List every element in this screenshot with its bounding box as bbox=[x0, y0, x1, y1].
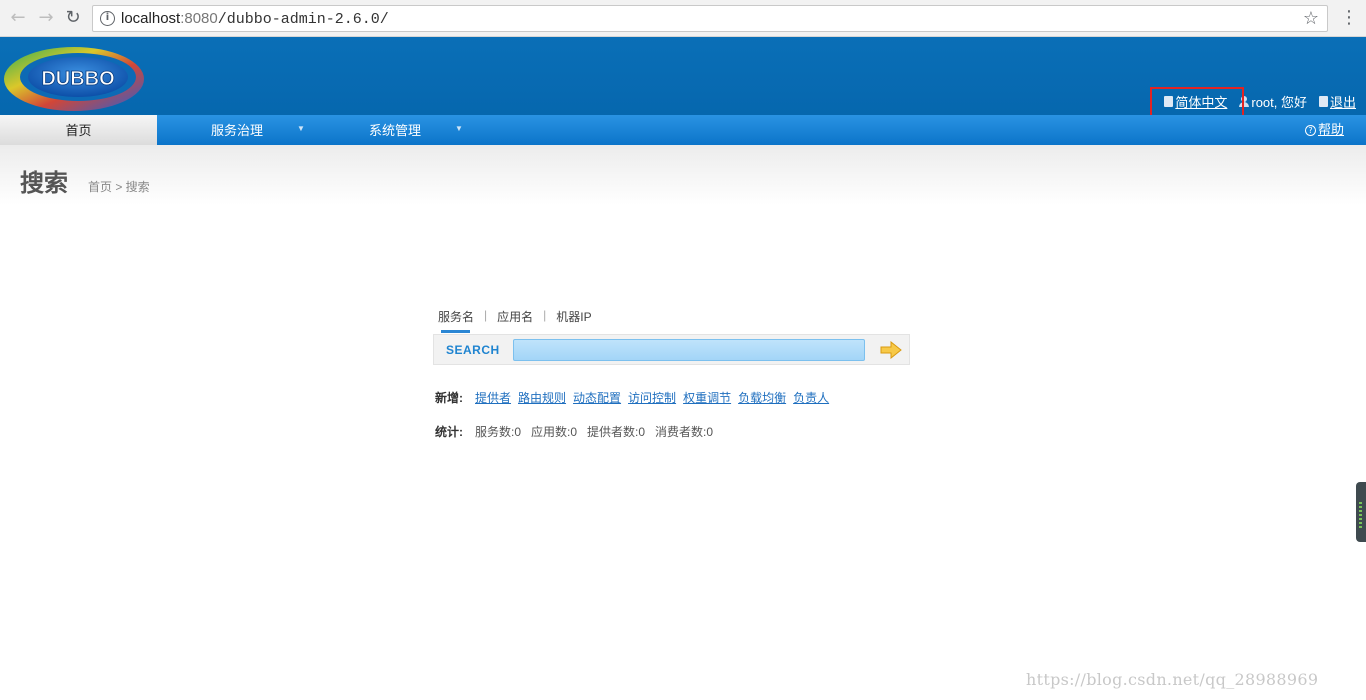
add-row: 新增: 提供者 路由规则 动态配置 访问控制 权重调节 负载均衡 负责人 bbox=[435, 389, 836, 406]
logout-link[interactable]: 退出 bbox=[1318, 92, 1356, 111]
browser-toolbar: ← → ↻ i localhost:8080/dubbo-admin-2.6.0… bbox=[0, 0, 1366, 37]
stats-row: 统计: 服务数:0 应用数:0 提供者数:0 消费者数:0 bbox=[435, 423, 723, 440]
stat-apps: 应用数:0 bbox=[531, 425, 578, 439]
tab-app-name[interactable]: 应用名 bbox=[497, 308, 533, 325]
stat-services: 服务数:0 bbox=[475, 425, 522, 439]
back-arrow-icon[interactable]: ← bbox=[8, 8, 28, 28]
help-icon: ? bbox=[1304, 125, 1316, 136]
logo-text: DUBBO bbox=[41, 68, 114, 90]
page-title: 搜索 bbox=[20, 170, 68, 197]
url-text[interactable]: localhost:8080/dubbo-admin-2.6.0/ bbox=[121, 10, 389, 28]
user-greeting: root, 您好 bbox=[1239, 92, 1307, 111]
tab-separator: | bbox=[543, 308, 547, 322]
info-icon[interactable]: i bbox=[100, 11, 115, 26]
url-path: /dubbo-admin-2.6.0/ bbox=[217, 11, 389, 28]
url-host: localhost bbox=[121, 10, 181, 27]
tab-separator: | bbox=[484, 308, 488, 322]
stats-label: 统计: bbox=[435, 425, 463, 439]
breadcrumb: 首页 > 搜索 bbox=[88, 180, 150, 194]
help-link[interactable]: ? 帮助 bbox=[1304, 115, 1344, 145]
arrow-right-icon[interactable] bbox=[880, 341, 902, 359]
url-port: :8080 bbox=[180, 10, 218, 27]
search-tabs: 服务名 | 应用名 | 机器IP bbox=[438, 308, 592, 333]
help-text[interactable]: 帮助 bbox=[1318, 122, 1344, 137]
menu-home[interactable]: 首页 bbox=[0, 115, 157, 145]
add-weight-link[interactable]: 权重调节 bbox=[683, 389, 731, 406]
tab-machine-ip[interactable]: 机器IP bbox=[556, 308, 591, 325]
menu-service-governance[interactable]: 服务治理 bbox=[211, 115, 263, 145]
add-owner-link[interactable]: 负责人 bbox=[793, 389, 829, 406]
user-greeting-text: root, 您好 bbox=[1251, 95, 1307, 110]
menu-system-management[interactable]: 系统管理 bbox=[369, 115, 421, 145]
add-load-balance-link[interactable]: 负载均衡 bbox=[738, 389, 786, 406]
chevron-down-icon[interactable]: ▼ bbox=[455, 124, 463, 133]
browser-menu-icon[interactable]: ⋮ bbox=[1340, 8, 1358, 28]
chevron-down-icon[interactable]: ▼ bbox=[297, 124, 305, 133]
stat-consumers: 消费者数:0 bbox=[655, 425, 714, 439]
address-bar[interactable]: i localhost:8080/dubbo-admin-2.6.0/ ☆ bbox=[92, 5, 1328, 32]
title-band bbox=[0, 145, 1366, 205]
logout-text[interactable]: 退出 bbox=[1330, 92, 1356, 111]
dubbo-logo: DUBBO bbox=[4, 47, 144, 111]
watermark: https://blog.csdn.net/qq_28988969 bbox=[1026, 670, 1319, 689]
forward-arrow-icon[interactable]: → bbox=[36, 8, 56, 28]
reload-icon[interactable]: ↻ bbox=[63, 8, 83, 28]
tab-service-name[interactable]: 服务名 bbox=[438, 308, 474, 333]
add-dynamic-config-link[interactable]: 动态配置 bbox=[573, 389, 621, 406]
add-route-link[interactable]: 路由规则 bbox=[518, 389, 566, 406]
side-widget-tab[interactable] bbox=[1356, 482, 1366, 542]
main-menu: 首页 服务治理 ▼ 系统管理 ▼ ? 帮助 bbox=[0, 115, 1366, 145]
add-access-control-link[interactable]: 访问控制 bbox=[628, 389, 676, 406]
add-label: 新增: bbox=[435, 391, 463, 405]
add-provider-link[interactable]: 提供者 bbox=[475, 389, 511, 406]
bookmark-star-icon[interactable]: ☆ bbox=[1303, 8, 1319, 29]
search-label: SEARCH bbox=[446, 343, 500, 357]
search-input[interactable] bbox=[513, 339, 865, 361]
stat-providers: 提供者数:0 bbox=[587, 425, 646, 439]
search-box: SEARCH bbox=[433, 334, 910, 365]
logout-icon bbox=[1318, 96, 1328, 107]
